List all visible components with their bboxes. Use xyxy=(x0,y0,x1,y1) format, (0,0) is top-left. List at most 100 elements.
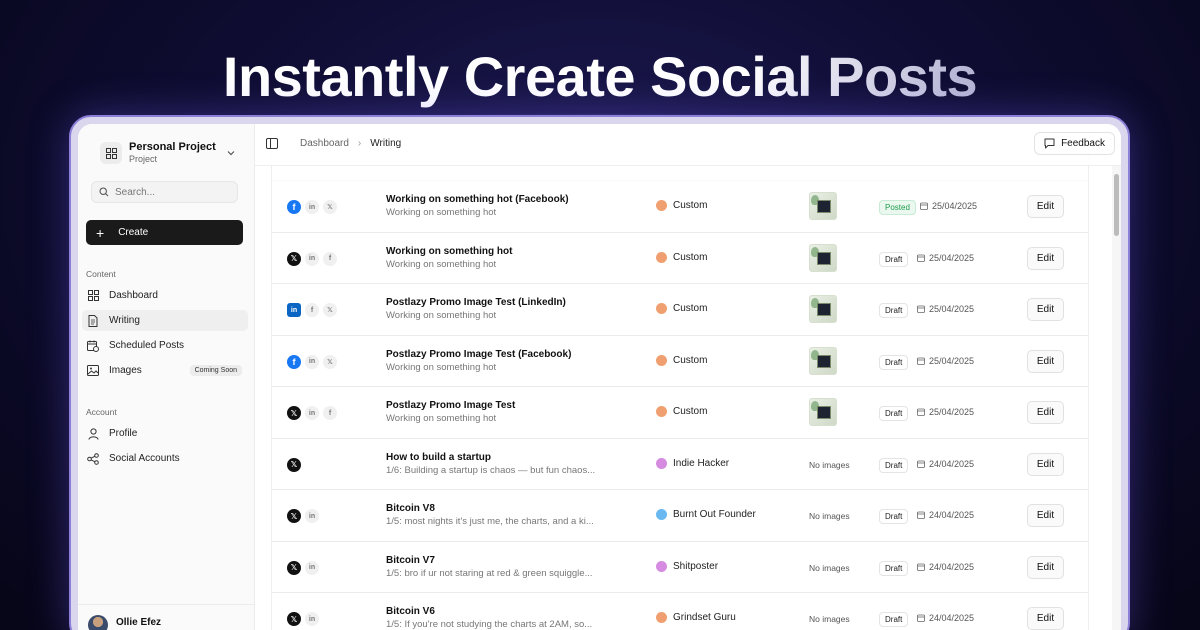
platform-icons: f in 𝕏 xyxy=(287,354,341,369)
edit-button[interactable]: Edit xyxy=(1027,452,1064,476)
post-date: 24/04/2025 xyxy=(917,510,974,520)
persona-name: Custom xyxy=(673,406,708,417)
edit-button[interactable]: Edit xyxy=(1027,401,1064,424)
post-title[interactable]: How to build a startup xyxy=(386,451,616,464)
post-image-thumbnail[interactable] xyxy=(809,346,837,375)
platform-icons: 𝕏in f xyxy=(287,406,341,420)
post-image-thumbnail[interactable] xyxy=(809,295,837,323)
search-icon xyxy=(99,187,109,197)
post-image-thumbnail[interactable] xyxy=(809,398,837,426)
sidebar: Personal Project Project Search... + Cre… xyxy=(78,124,255,630)
project-switcher[interactable]: Personal Project Project xyxy=(100,139,236,167)
post-title[interactable]: Working on something hot xyxy=(386,245,616,258)
x-icon: 𝕏 xyxy=(287,509,301,523)
post-title[interactable]: Bitcoin V7 xyxy=(386,554,616,567)
table-row[interactable]: 𝕏in Bitcoin V8 1/5: most nights it's jus… xyxy=(272,490,1088,542)
sidebar-item-profile[interactable]: Profile xyxy=(82,423,248,444)
table-row[interactable]: f in 𝕏 Working on something hot (Facebook)… xyxy=(272,181,1088,233)
post-date-text: 24/04/2025 xyxy=(929,561,975,572)
post-title[interactable]: Postlazy Promo Image Test (Facebook) xyxy=(386,348,616,361)
post-date-text: 25/04/2025 xyxy=(932,201,978,211)
table-row[interactable]: 𝕏in Bitcoin V6 1/5: If you're not studyi… xyxy=(272,593,1088,630)
persona-dot xyxy=(656,303,667,314)
calendar-icon xyxy=(917,408,925,416)
post-subtitle: Working on something hot xyxy=(386,207,497,218)
edit-button[interactable]: Edit xyxy=(1027,607,1064,630)
post-title[interactable]: Bitcoin V6 xyxy=(386,605,616,618)
sidebar-item-label: Social Accounts xyxy=(109,453,180,464)
calendar-icon xyxy=(920,202,928,210)
platform-icons: 𝕏in xyxy=(287,612,323,626)
post-subtitle: Working on something hot xyxy=(386,361,497,373)
persona-dot xyxy=(656,354,667,366)
calendar-icon xyxy=(917,563,925,571)
scroll-thumb[interactable] xyxy=(1114,174,1119,236)
facebook-icon: f xyxy=(305,303,319,317)
persona-label: Custom xyxy=(656,251,707,263)
edit-button[interactable]: Edit xyxy=(1027,246,1064,270)
post-title[interactable]: Postlazy Promo Image Test xyxy=(386,399,616,412)
table-row[interactable]: f in 𝕏 Postlazy Promo Image Test (Facebook… xyxy=(272,336,1088,387)
edit-button[interactable]: Edit xyxy=(1027,555,1064,579)
document-icon xyxy=(86,314,100,328)
persona-dot xyxy=(656,457,667,469)
app-window: Personal Project Project Search... + Cre… xyxy=(78,124,1121,630)
create-button[interactable]: + Create xyxy=(86,220,243,245)
sidebar-item-dashboard[interactable]: Dashboard xyxy=(82,285,248,306)
x-icon: 𝕏 xyxy=(287,612,301,626)
post-date-text: 24/04/2025 xyxy=(929,510,975,520)
sidebar-item-writing[interactable]: Writing xyxy=(82,310,248,331)
post-date: 25/04/2025 xyxy=(917,304,974,314)
linkedin-icon: in xyxy=(305,200,319,214)
scrollbar[interactable] xyxy=(1112,166,1121,630)
post-title[interactable]: Working on something hot (Facebook) xyxy=(386,193,616,206)
post-image-thumbnail[interactable] xyxy=(809,192,837,220)
post-title[interactable]: Bitcoin V8 xyxy=(386,502,616,515)
table-row[interactable]: 𝕏in f Working on something hot Working on… xyxy=(272,233,1088,284)
calendar-icon xyxy=(917,357,925,365)
persona-name: Indie Hacker xyxy=(673,457,730,469)
table-row[interactable]: 𝕏in f Postlazy Promo Image Test Working o… xyxy=(272,387,1088,439)
post-subtitle: 1/5: most nights it's just me, the chart… xyxy=(386,516,594,527)
edit-button[interactable]: Edit xyxy=(1027,349,1064,373)
table-row[interactable]: 𝕏 How to build a startup 1/6: Building a… xyxy=(272,439,1088,490)
persona-name: Custom xyxy=(673,354,708,366)
linkedin-icon: in xyxy=(305,509,319,523)
edit-button[interactable]: Edit xyxy=(1027,298,1064,321)
feedback-label: Feedback xyxy=(1061,138,1105,149)
x-icon: 𝕏 xyxy=(323,200,337,214)
sidebar-item-label: Images xyxy=(109,365,142,376)
sidebar-item-images[interactable]: Images Coming Soon xyxy=(82,360,248,381)
search-input[interactable]: Search... xyxy=(91,181,238,203)
sidebar-toggle-icon[interactable] xyxy=(266,138,278,149)
x-icon: 𝕏 xyxy=(287,251,301,266)
persona-name: Shitposter xyxy=(673,560,719,572)
post-date: 25/04/2025 xyxy=(917,356,974,366)
grid-icon xyxy=(86,289,100,303)
persona-dot xyxy=(656,251,667,263)
post-image-thumbnail[interactable] xyxy=(809,243,837,272)
persona-dot xyxy=(656,612,667,623)
breadcrumb-dashboard[interactable]: Dashboard xyxy=(300,138,349,149)
post-subtitle: Working on something hot xyxy=(386,413,497,424)
post-title[interactable]: Postlazy Promo Image Test (LinkedIn) xyxy=(386,296,616,309)
share-icon xyxy=(86,452,100,466)
table-row[interactable]: 𝕏in Bitcoin V7 1/5: bro if ur not starin… xyxy=(272,542,1088,593)
persona-dot xyxy=(656,200,667,211)
calendar-clock-icon xyxy=(86,339,100,353)
edit-button[interactable]: Edit xyxy=(1027,504,1064,527)
platform-icons: 𝕏 xyxy=(287,457,305,472)
feedback-button[interactable]: Feedback xyxy=(1034,132,1115,155)
post-date: 24/04/2025 xyxy=(917,459,974,469)
sidebar-item-scheduled-posts[interactable]: Scheduled Posts xyxy=(82,335,248,356)
table-row[interactable]: in f 𝕏 Postlazy Promo Image Test (LinkedIn… xyxy=(272,284,1088,336)
sidebar-item-label: Writing xyxy=(109,315,140,326)
content-section-label: Content xyxy=(86,269,116,279)
edit-button[interactable]: Edit xyxy=(1027,195,1064,218)
sidebar-item-social-accounts[interactable]: Social Accounts xyxy=(82,448,248,469)
post-date-text: 25/04/2025 xyxy=(929,252,975,263)
user-menu[interactable]: Ollie Efez xyxy=(78,604,255,630)
topbar: Dashboard › Writing Feedback xyxy=(255,124,1121,166)
project-subtitle: Project xyxy=(129,154,158,164)
breadcrumb: Dashboard › Writing xyxy=(300,138,401,149)
